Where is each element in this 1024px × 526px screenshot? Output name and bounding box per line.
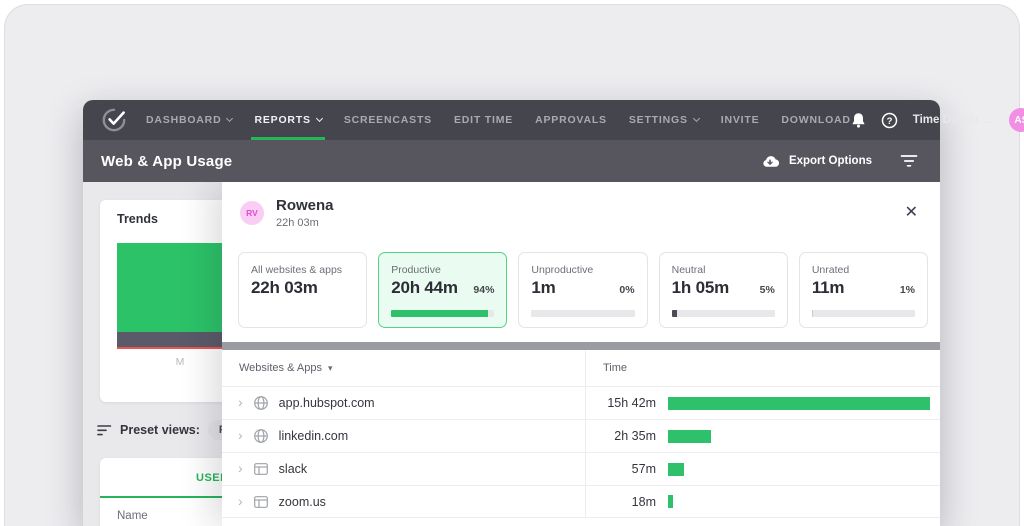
card-productive[interactable]: Productive 20h 44m 94% [378,252,507,328]
time-doctor-logo-icon[interactable] [101,107,127,133]
svg-text:?: ? [886,115,892,126]
sort-lines-icon [97,424,112,437]
app-name: slack [279,462,307,476]
nav-invite[interactable]: INVITE [721,100,760,140]
table-row-app-hubspot[interactable]: › app.hubspot.com 15h 42m [222,386,940,419]
expand-chevron-icon[interactable]: › [238,395,243,409]
user-detail-panel: RV Rowena 22h 03m ✕ All websites & apps … [222,182,940,526]
unproductive-progress-bar [531,310,634,317]
notifications-bell-icon[interactable] [851,112,866,128]
company-switcher[interactable]: Time Doctor … [913,114,995,126]
expand-chevron-icon[interactable]: › [238,494,243,508]
neutral-progress-bar [672,310,775,317]
cloud-download-icon [761,154,779,168]
expand-chevron-icon[interactable]: › [238,461,243,475]
card-all-websites-apps[interactable]: All websites & apps 22h 03m [238,252,367,328]
user-avatar-rv: RV [240,201,264,225]
summary-cards-row: All websites & apps 22h 03m Productive 2… [222,244,940,328]
card-neutral[interactable]: Neutral 1h 05m 5% [659,252,788,328]
table-row-slack[interactable]: › slack 57m [222,452,940,485]
help-icon[interactable]: ? [881,112,898,129]
expand-chevron-icon[interactable]: › [238,428,243,442]
nav-items: DASHBOARD REPORTS SCREENCASTS EDIT TIME … [146,100,851,140]
time-value: 2h 35m [586,429,656,443]
users-panel: USERS Name [100,458,240,526]
user-identity: Rowena 22h 03m [276,197,334,229]
users-name-column-header: Name [117,510,148,522]
nav-dashboard[interactable]: DASHBOARD [146,100,232,140]
website-name: app.hubspot.com [279,396,375,410]
export-options-button[interactable]: Export Options [761,154,872,168]
app-window-icon [253,494,269,510]
time-value: 15h 42m [586,396,656,410]
time-bar [668,430,930,443]
column-header-websites-apps[interactable]: Websites & Apps ▾ [222,350,585,386]
sort-desc-icon: ▾ [328,363,333,374]
tab-users-underline [100,496,240,498]
app-window-icon [253,461,269,477]
trends-x-tick: M [130,356,230,368]
nav-edit-time[interactable]: EDIT TIME [454,100,513,140]
chevron-down-icon [316,115,323,122]
chevron-down-icon [226,115,233,122]
user-total-time: 22h 03m [276,217,334,229]
section-divider-band [222,342,940,350]
user-avatar[interactable]: AS [1009,108,1024,132]
top-navbar: DASHBOARD REPORTS SCREENCASTS EDIT TIME … [83,100,940,140]
app-window: DASHBOARD REPORTS SCREENCASTS EDIT TIME … [83,100,940,526]
website-name: linkedin.com [279,429,348,443]
time-bar [668,397,930,410]
table-row-linkedin[interactable]: › linkedin.com 2h 35m [222,419,940,452]
nav-download[interactable]: DOWNLOAD [781,100,850,140]
unrated-progress-bar [812,310,915,317]
nav-screencasts[interactable]: SCREENCASTS [344,100,432,140]
card-unproductive[interactable]: Unproductive 1m 0% [518,252,647,328]
time-bar [668,495,930,508]
nav-approvals[interactable]: APPROVALS [535,100,607,140]
filter-icon[interactable] [900,154,918,168]
table-row-zoom[interactable]: › zoom.us 18m [222,485,940,518]
app-name: zoom.us [279,495,326,509]
user-name: Rowena [276,197,334,214]
screenshot-canvas: DASHBOARD REPORTS SCREENCASTS EDIT TIME … [0,0,1024,526]
close-icon[interactable]: ✕ [899,201,924,225]
globe-icon [253,395,269,411]
user-detail-header: RV Rowena 22h 03m ✕ [222,182,940,244]
navbar-right: ? Time Doctor … AS [851,108,1024,132]
trends-title: Trends [117,212,158,226]
nav-reports[interactable]: REPORTS [254,100,321,140]
usage-table-header: Websites & Apps ▾ Time [222,350,940,386]
card-unrated[interactable]: Unrated 11m 1% [799,252,928,328]
chevron-down-icon [693,115,700,122]
time-bar [668,463,930,476]
time-value: 57m [586,462,656,476]
column-header-time: Time [585,350,940,386]
time-value: 18m [586,495,656,509]
productive-progress-bar [391,310,494,317]
globe-icon [253,428,269,444]
page-title: Web & App Usage [101,153,232,170]
trends-card: Trends M [100,200,240,402]
content-area: Trends M Preset views: P [83,182,940,526]
nav-settings[interactable]: SETTINGS [629,100,699,140]
page-subheader: Web & App Usage Export Options [83,140,940,182]
preset-views-label: Preset views: [120,423,200,437]
